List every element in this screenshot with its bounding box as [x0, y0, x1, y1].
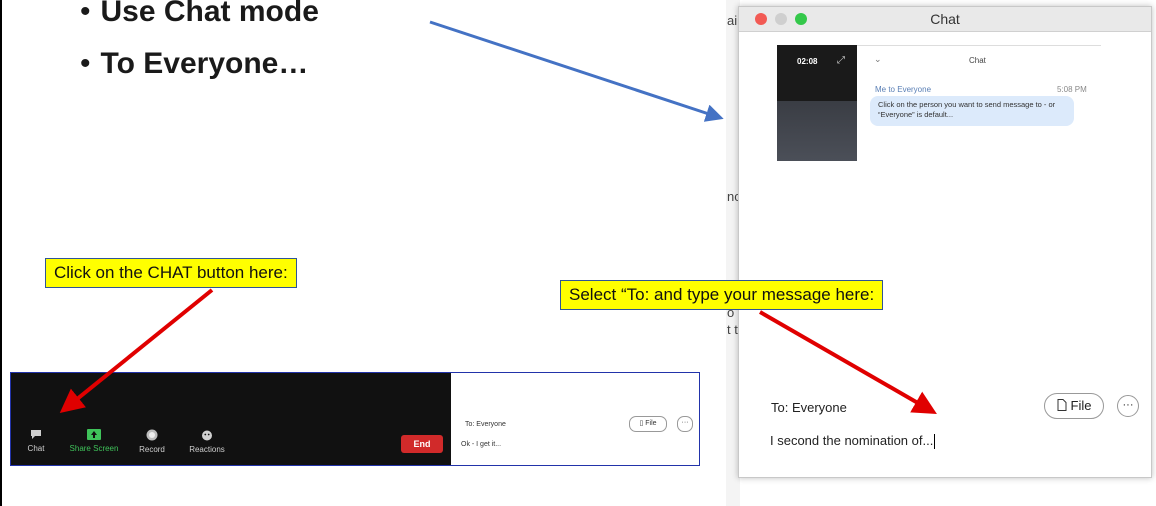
bullet-to-everyone: • To Everyone… — [80, 47, 309, 80]
background-fragment: ai — [727, 13, 738, 28]
file-icon: ▯ — [639, 420, 644, 427]
chat-message-input[interactable]: I second the nomination of... — [770, 433, 936, 450]
share-screen-button[interactable]: Share Screen — [67, 429, 121, 453]
window-title: Chat — [930, 11, 960, 27]
window-titlebar: Chat — [739, 7, 1151, 32]
recipient-selector[interactable]: To: Everyone — [771, 400, 847, 415]
blue-arrow — [429, 20, 724, 122]
bullet-use-chat-mode: • Use Chat mode — [80, 0, 319, 28]
mini-chat-input[interactable]: Ok - I get it... — [461, 441, 501, 448]
text-caret — [934, 434, 936, 450]
mini-file-button[interactable]: ▯ File — [629, 416, 667, 432]
chevron-down-icon[interactable]: ⌄ — [874, 54, 882, 65]
message-bubble: Click on the person you want to send mes… — [870, 96, 1074, 126]
record-icon — [146, 429, 158, 441]
video-thumbnail: 02:08 ⤢ — [777, 45, 857, 161]
chat-button[interactable]: Chat — [21, 429, 51, 453]
chat-window: Chat 02:08 ⤢ ⌄ Chat Me to Everyone 5:08 … — [738, 6, 1152, 478]
divider — [857, 45, 1101, 46]
message-timestamp: 5:08 PM — [1057, 85, 1087, 94]
file-button[interactable]: File — [1044, 393, 1104, 419]
meeting-toolbar: Chat Share Screen Record Reactions End — [11, 373, 451, 465]
inner-chat-title: Chat — [969, 56, 986, 65]
chat-bubble-icon — [31, 430, 41, 439]
meeting-timer: 02:08 — [797, 57, 818, 66]
mini-chat-panel: To: Everyone ▯ File ··· Ok - I get it... — [453, 373, 699, 465]
callout-chat-button: Click on the CHAT button here: — [45, 258, 297, 288]
callout-select-to: Select “To: and type your message here: — [560, 280, 884, 310]
share-screen-icon — [87, 429, 101, 440]
reactions-icon — [202, 430, 212, 441]
record-button[interactable]: Record — [137, 429, 167, 454]
mini-more-button[interactable]: ··· — [677, 416, 693, 432]
mini-recipient-selector[interactable]: To: Everyone — [465, 421, 506, 428]
expand-icon[interactable]: ⤢ — [837, 55, 845, 66]
meeting-toolbar-screenshot: Chat Share Screen Record Reactions End T… — [10, 372, 700, 466]
reactions-button[interactable]: Reactions — [187, 429, 227, 454]
message-sender: Me to Everyone — [875, 85, 932, 94]
slide-left-border — [0, 0, 2, 506]
end-meeting-button[interactable]: End — [401, 435, 443, 453]
file-icon — [1057, 399, 1067, 411]
more-options-button[interactable]: ··· — [1117, 395, 1139, 417]
